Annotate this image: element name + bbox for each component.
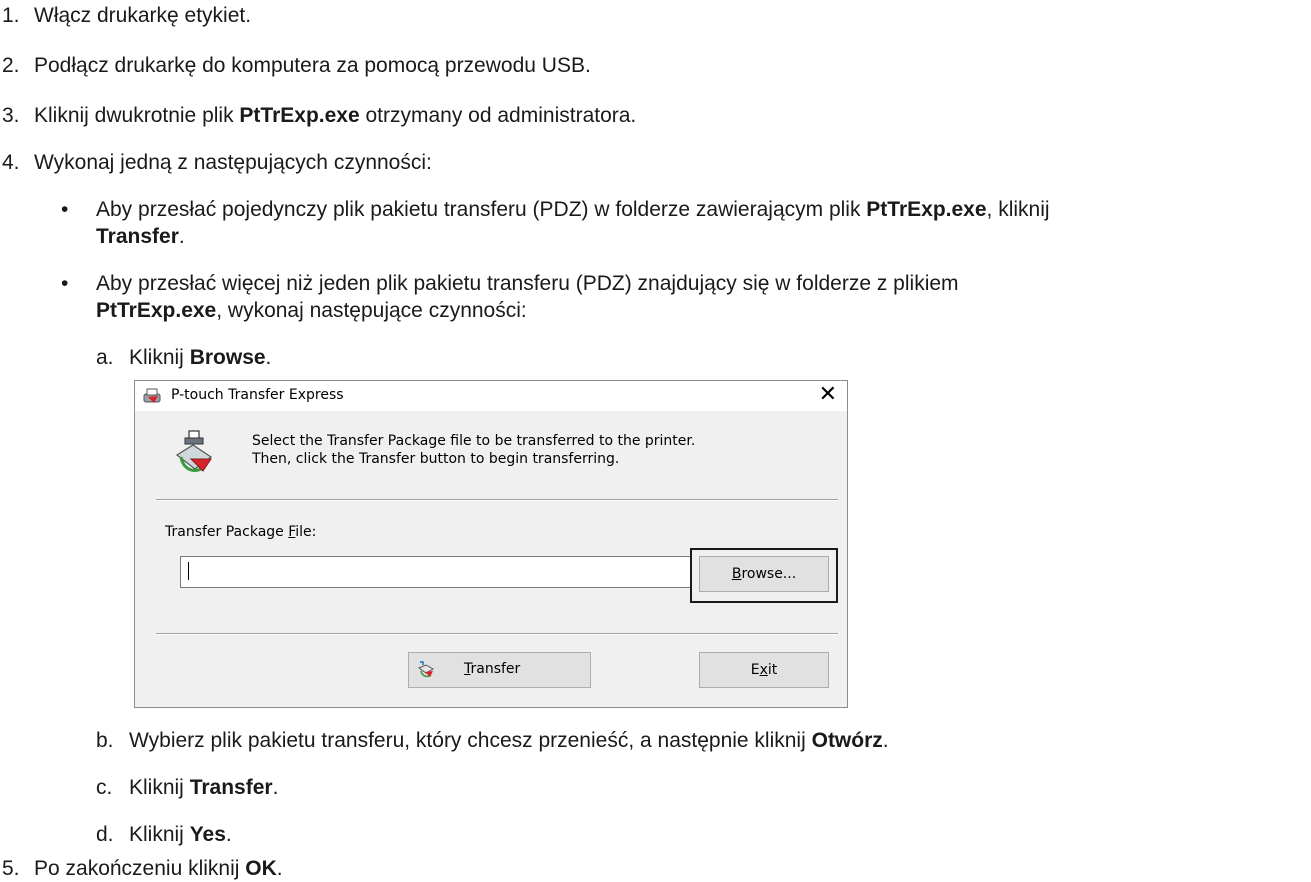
separator (156, 633, 838, 635)
step-text: Włącz drukarkę etykiet. (34, 4, 252, 27)
step-number: 1. (2, 4, 20, 27)
substep-letter: a. (96, 346, 114, 369)
bullet-text-line1: Aby przesłać więcej niż jeden plik pakie… (96, 272, 959, 295)
text-run: . (265, 346, 272, 369)
separator (156, 499, 838, 501)
mnemonic: x (759, 662, 768, 678)
mnemonic: B (731, 566, 742, 582)
text-run: . (178, 225, 185, 248)
text-run: Kliknij (129, 346, 190, 369)
message-line-2: Then, click the Transfer button to begin… (252, 451, 620, 467)
keyword-bold: Transfer (96, 225, 179, 248)
dialog-message: Select the Transfer Package file to be t… (252, 432, 695, 468)
text-run: Kliknij dwukrotnie plik (34, 104, 240, 127)
transfer-express-dialog: P-touch Transfer Express ✕ Select the Tr… (134, 380, 848, 708)
button-label: rowse... (741, 566, 797, 582)
dialog-titlebar: P-touch Transfer Express ✕ (135, 381, 847, 411)
step-number: 3. (2, 104, 20, 127)
step-number: 5. (2, 857, 20, 880)
filename-bold: PtTrExp.exe (866, 198, 987, 221)
close-icon[interactable]: ✕ (819, 383, 837, 407)
file-label: Transfer Package File: (165, 524, 316, 540)
step-text: Wykonaj jedną z następujących czynności: (34, 151, 432, 174)
text-run: Aby przesłać pojedynczy plik pakietu tra… (96, 198, 867, 221)
text-run: ransfer (470, 661, 521, 677)
text-run: . (272, 776, 279, 799)
bullet-glyph: • (61, 198, 69, 221)
button-label: Transfer (464, 661, 520, 677)
substep-text: Wybierz plik pakietu transferu, który ch… (129, 728, 889, 754)
substep-letter: c. (96, 776, 113, 799)
text-run: otrzymany od administratora. (359, 104, 637, 127)
step-text: Podłącz drukarkę do komputera za pomocą … (34, 54, 591, 77)
text-run: Kliknij (129, 823, 190, 846)
browse-button[interactable]: Browse... (699, 556, 829, 592)
substep-letter: d. (96, 823, 114, 846)
substep-letter: b. (96, 729, 114, 752)
keyword-bold: Otwórz (811, 729, 883, 752)
bullet-text-line1: Aby przesłać pojedynczy plik pakietu tra… (96, 197, 1050, 223)
text-run: Transfer Package (165, 524, 289, 540)
filename-bold: PtTrExp.exe (96, 299, 217, 322)
bullet-text-line2: Transfer. (96, 224, 185, 250)
text-run: Kliknij (129, 776, 190, 799)
text-run: it (767, 662, 778, 678)
bullet-glyph: • (61, 272, 69, 295)
keyword-bold: Yes (189, 823, 226, 846)
step-number: 4. (2, 151, 20, 174)
substep-text: Kliknij Yes. (129, 822, 232, 848)
transfer-button[interactable]: Transfer (408, 652, 591, 688)
transfer-button-icon (416, 660, 436, 684)
text-run: Wybierz plik pakietu transferu, który ch… (129, 729, 812, 752)
dialog-title: P-touch Transfer Express (171, 387, 344, 403)
step-number: 2. (2, 54, 20, 77)
step-text: Kliknij dwukrotnie plik PtTrExp.exe otrz… (34, 103, 636, 129)
text-run: Po zakończeniu kliknij (34, 857, 246, 880)
text-run: . (276, 857, 283, 880)
printer-app-icon (142, 387, 162, 409)
keyword-bold: OK (245, 857, 277, 880)
transfer-package-icon (173, 429, 215, 479)
exit-button[interactable]: Exit (699, 652, 829, 688)
keyword-bold: Transfer (189, 776, 273, 799)
text-run: . (882, 729, 889, 752)
substep-text: Kliknij Transfer. (129, 775, 278, 801)
text-run: . (225, 823, 232, 846)
transfer-package-file-input[interactable] (180, 556, 690, 588)
message-line-1: Select the Transfer Package file to be t… (252, 433, 696, 449)
keyword-bold: Browse (189, 346, 266, 369)
substep-text: Kliknij Browse. (129, 345, 271, 371)
bullet-text-line2: PtTrExp.exe, wykonaj następujące czynnoś… (96, 298, 527, 324)
text-cursor (188, 562, 189, 580)
filename-bold: PtTrExp.exe (239, 104, 360, 127)
text-run: , wykonaj następujące czynności: (216, 299, 527, 322)
text-run: , kliknij (986, 198, 1050, 221)
text-run: E (750, 662, 760, 678)
step-text: Po zakończeniu kliknij OK. (34, 856, 283, 882)
text-run: ile: (295, 524, 317, 540)
